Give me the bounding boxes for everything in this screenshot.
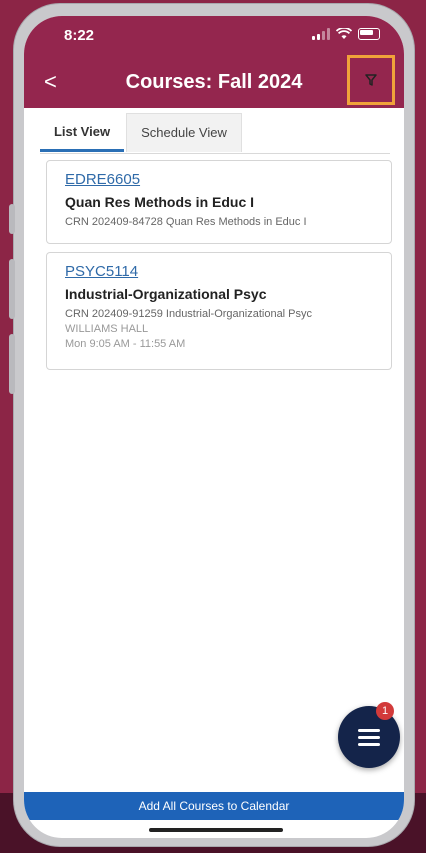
menu-icon (358, 728, 380, 746)
tab-list-view[interactable]: List View (40, 113, 124, 152)
home-indicator (149, 828, 283, 832)
course-code-link[interactable]: EDRE6605 (65, 171, 373, 188)
tab-schedule-view[interactable]: Schedule View (126, 113, 242, 152)
course-code-link[interactable]: PSYC5114 (65, 263, 373, 280)
course-card[interactable]: PSYC5114 Industrial-Organizational Psyc … (46, 252, 392, 370)
course-location: WILLIAMS HALL (65, 323, 149, 335)
side-button (9, 259, 15, 319)
side-button (9, 334, 15, 394)
filter-button[interactable] (347, 55, 395, 105)
course-name: Quan Res Methods in Educ I (65, 194, 255, 210)
course-crn: CRN 202409-84728 Quan Res Methods in Edu… (65, 216, 307, 228)
course-card[interactable]: EDRE6605 Quan Res Methods in Educ I CRN … (46, 160, 392, 244)
status-time: 8:22 (64, 27, 95, 44)
wifi-icon (336, 28, 352, 39)
filter-icon (365, 74, 377, 86)
status-icons (312, 28, 380, 40)
side-button (9, 204, 15, 234)
app-screen: 8:22 < Courses: Fall 2024 List View Sche… (24, 16, 404, 838)
view-tabs: List View Schedule View (40, 113, 390, 154)
signal-icon (312, 28, 330, 40)
battery-icon (358, 28, 380, 40)
course-crn: CRN 202409-91259 Industrial-Organization… (65, 308, 313, 320)
notification-badge: 1 (376, 702, 394, 720)
add-all-courses-button[interactable]: Add All Courses to Calendar (24, 792, 404, 820)
course-name: Industrial-Organizational Psyc (65, 286, 267, 302)
app-header: 8:22 < Courses: Fall 2024 (24, 16, 404, 108)
course-time: Mon 9:05 AM - 11:55 AM (65, 338, 186, 350)
